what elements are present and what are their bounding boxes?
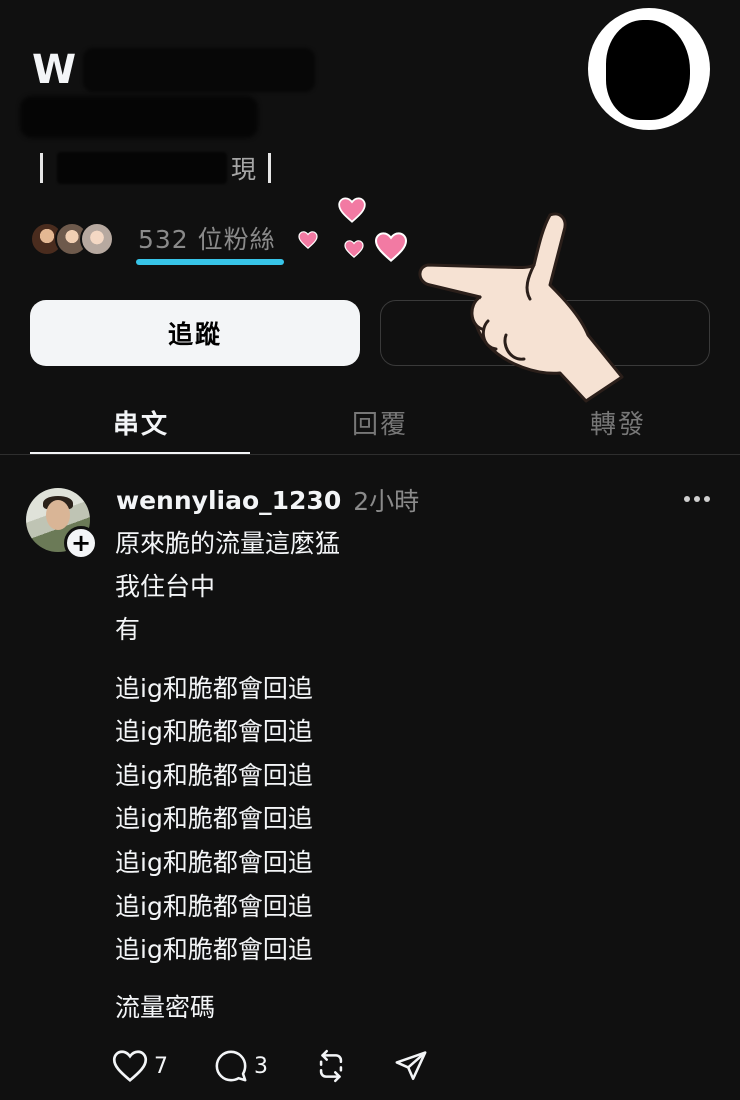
bio-visible-text: 現: [231, 155, 257, 184]
post-text-line: 追ig和脆都會回追: [115, 935, 313, 964]
follow-plus-icon[interactable]: +: [64, 526, 98, 560]
post-text-line: 追ig和脆都會回追: [115, 892, 313, 921]
post-text-line: 追ig和脆都會回追: [115, 804, 313, 833]
post-timestamp: 2小時: [353, 487, 420, 516]
profile-bio: 現: [40, 150, 272, 186]
repost-arrows-icon: [319, 1049, 343, 1083]
handle-redaction: [20, 96, 258, 138]
post-text-line: 追ig和脆都會回追: [115, 674, 313, 703]
follow-button[interactable]: 追蹤: [30, 300, 360, 366]
profile-name-visible: W: [32, 47, 78, 93]
comment-count: 3: [254, 1053, 268, 1079]
comment-button[interactable]: 3: [214, 1044, 268, 1088]
followers-count[interactable]: 532 位粉絲: [138, 222, 276, 258]
post-username[interactable]: wennyliao_1230: [116, 486, 341, 515]
tabs-divider: [0, 454, 740, 455]
followers-highlight-underline: [136, 259, 284, 265]
name-redaction: [83, 48, 316, 92]
repost-button[interactable]: [314, 1044, 348, 1088]
like-count: 7: [154, 1053, 168, 1079]
threads-profile-page: W 現 532 位粉絲 追蹤 串文 回覆 轉發 + wennyliao_1230…: [0, 0, 740, 1100]
post-text-line: 原來脆的流量這麼猛: [115, 529, 341, 558]
hand-sticker-icon: [418, 212, 624, 403]
post-text-line: 追ig和脆都會回追: [115, 848, 313, 877]
tab-replies[interactable]: 回覆: [257, 392, 503, 452]
paper-plane-icon: [395, 1051, 427, 1081]
profile-name: W: [32, 46, 316, 94]
heart-outline-icon: [112, 1050, 148, 1083]
heart-sticker-icon: [344, 240, 364, 258]
post-text-line: 流量密碼: [115, 993, 216, 1022]
avatar-redaction: [606, 20, 690, 120]
like-button[interactable]: 7: [112, 1044, 168, 1088]
heart-sticker-icon: [298, 231, 318, 249]
profile-tabs: 串文 回覆 轉發: [0, 392, 740, 456]
speech-bubble-icon: [215, 1050, 247, 1082]
bio-left-bar: [40, 153, 43, 183]
profile-avatar[interactable]: [588, 8, 710, 130]
share-button[interactable]: [394, 1044, 428, 1088]
tab-reposts[interactable]: 轉發: [495, 392, 740, 452]
more-dots-icon[interactable]: [676, 484, 718, 514]
post-text-line: 追ig和脆都會回追: [115, 717, 313, 746]
avatar-face: [46, 500, 70, 530]
post-actions: 7 3: [112, 1044, 428, 1088]
heart-sticker-icon: [374, 232, 408, 262]
follower-avatars[interactable]: [30, 222, 114, 258]
follower-avatar: [80, 222, 114, 256]
post-header: wennyliao_1230 2小時: [116, 482, 419, 518]
post-text-line: 有: [115, 615, 141, 644]
heart-sticker-icon: [338, 197, 366, 223]
tab-threads[interactable]: 串文: [18, 392, 264, 452]
post-text-line: 我住台中: [115, 572, 216, 601]
bio-redaction: [57, 152, 227, 184]
bio-right-bar: [268, 153, 272, 183]
post-text-line: 追ig和脆都會回追: [115, 761, 313, 790]
